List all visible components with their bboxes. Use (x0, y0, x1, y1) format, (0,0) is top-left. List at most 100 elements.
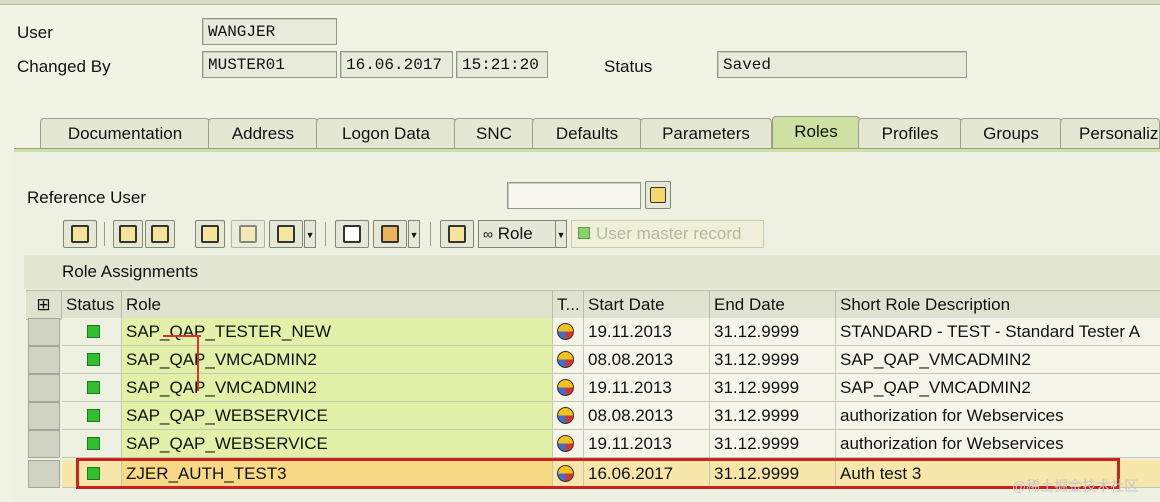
sort-ascending-button[interactable] (113, 220, 143, 248)
role-cell[interactable]: SAP_QAP_WEBSERVICE (122, 402, 553, 430)
changed-date-field: 16.06.2017 (340, 51, 453, 78)
role-cell[interactable]: SAP_QAP_WEBSERVICE (122, 430, 553, 458)
details-button[interactable] (63, 220, 97, 248)
tab-groups[interactable]: Groups (960, 118, 1062, 148)
table-row[interactable]: SAP_QAP_WEBSERVICE 19.11.2013 31.12.9999… (26, 430, 1160, 458)
sort-descending-button[interactable] (145, 220, 175, 248)
reference-user-lookup-button[interactable] (645, 181, 671, 209)
start-date-cell: 08.08.2013 (584, 402, 710, 430)
export-icon (448, 225, 466, 243)
description-cell: SAP_QAP_VMCADMIN2 (836, 374, 1160, 402)
role-cell[interactable]: SAP_QAP_VMCADMIN2 (122, 346, 553, 374)
end-date-cell: 31.12.9999 (710, 430, 836, 458)
top-frame-line (0, 0, 1160, 5)
column-header-role[interactable]: Role (122, 291, 553, 319)
role-cell[interactable]: SAP_QAP_TESTER_NEW (122, 318, 553, 346)
description-cell: authorization for Webservices (836, 430, 1160, 458)
end-date-cell: 31.12.9999 (710, 346, 836, 374)
filter-button[interactable] (269, 220, 303, 248)
tab-documentation[interactable]: Documentation (40, 118, 210, 148)
row-selector[interactable] (28, 318, 60, 346)
table-row[interactable]: SAP_QAP_WEBSERVICE 08.08.2013 31.12.9999… (26, 402, 1160, 430)
print-button[interactable] (335, 220, 369, 248)
row-selector[interactable] (28, 402, 60, 430)
role-button-label: Role (497, 224, 533, 243)
end-date-cell: 31.12.9999 (710, 318, 836, 346)
tab-personalization[interactable]: Personaliz (1060, 118, 1160, 148)
column-header-status[interactable]: Status (62, 291, 122, 319)
tab-parameters[interactable]: Parameters (640, 118, 772, 148)
tab-defaults[interactable]: Defaults (532, 118, 642, 148)
tab-profiles[interactable]: Profiles (858, 118, 962, 148)
start-date-cell: 08.08.2013 (584, 346, 710, 374)
role-type-icon (553, 374, 584, 402)
column-header-type[interactable]: T... (553, 291, 584, 319)
find-next-button (231, 220, 265, 248)
column-header-start-date[interactable]: Start Date (584, 291, 710, 319)
binoculars-icon (201, 225, 219, 243)
status-icon (62, 430, 122, 458)
description-cell: authorization for Webservices (836, 402, 1160, 430)
table-header: ⊞ Status Role T... Start Date End Date S… (26, 290, 1160, 320)
annotation-mark (197, 335, 199, 391)
description-cell: SAP_QAP_VMCADMIN2 (836, 346, 1160, 374)
lookup-icon (650, 187, 666, 203)
tab-logon-data[interactable]: Logon Data (316, 118, 456, 148)
column-header-short-description[interactable]: Short Role Description (836, 291, 1160, 319)
role-cell[interactable]: SAP_QAP_VMCADMIN2 (122, 374, 553, 402)
role-type-icon (553, 318, 584, 346)
toolbar-separator (104, 222, 105, 246)
role-type-icon (553, 402, 584, 430)
tab-roles[interactable]: Roles (772, 116, 860, 150)
tab-address[interactable]: Address (208, 118, 318, 148)
highlight-box (76, 458, 1120, 489)
tab-snc[interactable]: SNC (454, 118, 534, 148)
row-selector[interactable] (28, 346, 60, 374)
sort-descending-icon (151, 225, 169, 243)
layout-dropdown[interactable]: ▼ (408, 220, 420, 248)
filter-dropdown[interactable]: ▼ (304, 220, 316, 248)
select-all-icon[interactable]: ⊞ (26, 291, 62, 319)
user-label: User (17, 23, 53, 42)
user-master-record-button: User master record (571, 220, 764, 248)
end-date-cell: 31.12.9999 (710, 374, 836, 402)
status-icon (62, 346, 122, 374)
start-date-cell: 19.11.2013 (584, 318, 710, 346)
role-assignments-title: Role Assignments (24, 255, 1160, 289)
reference-user-input[interactable] (507, 182, 641, 209)
end-date-cell: 31.12.9999 (710, 402, 836, 430)
column-header-end-date[interactable]: End Date (710, 291, 836, 319)
filter-icon (277, 225, 295, 243)
watermark: @稀土掘金技术社区 (1012, 478, 1139, 494)
user-field[interactable]: WANGJER (202, 18, 337, 45)
status-label: Status (604, 57, 653, 76)
row-selector[interactable] (28, 374, 60, 402)
find-button[interactable] (195, 220, 225, 248)
row-selector[interactable] (28, 460, 60, 488)
sort-ascending-icon (119, 225, 137, 243)
binoculars-next-icon (239, 225, 257, 243)
role-button[interactable]: ∞ Role (478, 220, 566, 248)
magnifier-icon (71, 225, 89, 243)
layout-button[interactable] (373, 220, 407, 248)
annotation-mark (163, 335, 201, 337)
status-icon (62, 402, 122, 430)
print-icon (343, 225, 361, 243)
record-status-icon (578, 227, 590, 239)
changed-by-field: MUSTER01 (202, 51, 337, 78)
changed-time-field: 15:21:20 (456, 51, 548, 78)
status-icon (62, 318, 122, 346)
export-button[interactable] (440, 220, 474, 248)
toolbar-separator (325, 222, 326, 246)
role-type-icon (553, 430, 584, 458)
start-date-cell: 19.11.2013 (584, 430, 710, 458)
layout-grid-icon (381, 225, 399, 243)
status-icon (62, 374, 122, 402)
changed-by-label: Changed By (17, 57, 111, 76)
status-field: Saved (717, 51, 967, 78)
user-master-record-label: User master record (596, 224, 742, 243)
role-dropdown[interactable]: ▼ (555, 220, 567, 248)
row-selector[interactable] (28, 430, 60, 458)
glasses-icon: ∞ (483, 226, 493, 242)
start-date-cell: 19.11.2013 (584, 374, 710, 402)
